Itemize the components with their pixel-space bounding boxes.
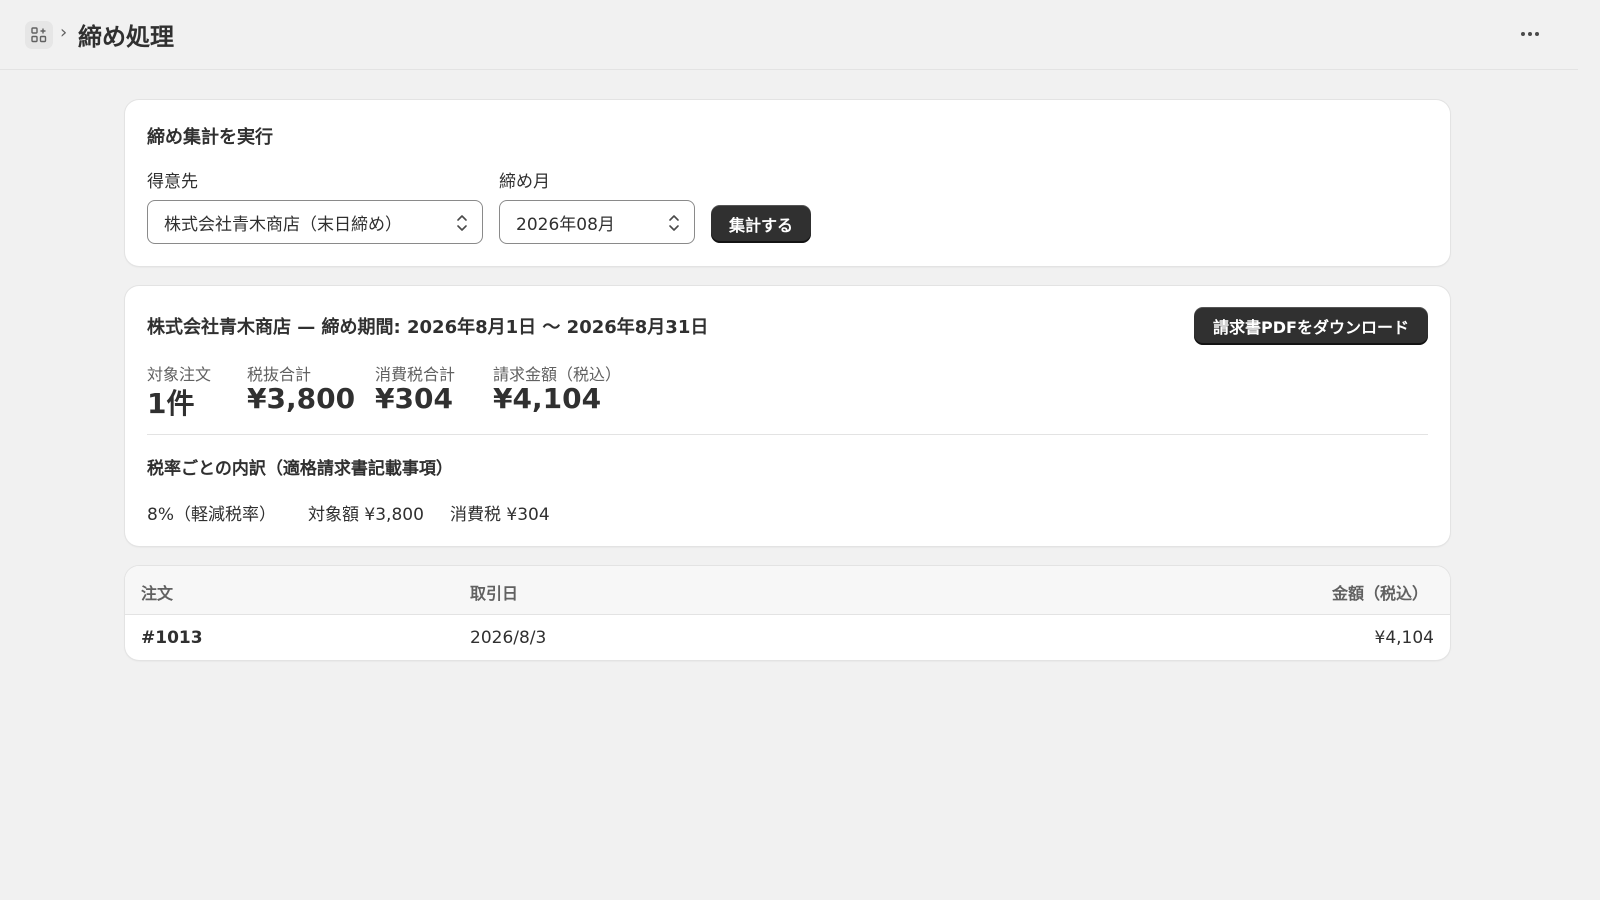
month-label: 締め月 <box>499 172 550 192</box>
run-closing-title: 締め集計を実行 <box>147 127 273 148</box>
breadcrumb-chevron-icon: › <box>60 22 68 43</box>
tax-rate-label: 8%（軽減税率） <box>147 505 276 525</box>
order-amount: ¥4,104 <box>1374 628 1434 648</box>
apps-icon[interactable] <box>25 21 53 49</box>
download-invoice-pdf-button[interactable]: 請求書PDFをダウンロード <box>1194 307 1428 345</box>
tax-breakdown-title: 税率ごとの内訳（適格請求書記載事項） <box>147 459 453 479</box>
stat-value-total: ¥4,104 <box>493 382 602 415</box>
stat-value-orders: 1件 <box>147 387 195 420</box>
orders-table: 注文 取引日 金額（税込） #1013 2026/8/3 ¥4,104 <box>125 566 1450 660</box>
more-actions-icon[interactable] <box>1516 22 1544 46</box>
stat-value-subtotal: ¥3,800 <box>247 382 356 415</box>
column-header-date: 取引日 <box>470 584 519 603</box>
tax-amount: 消費税 ¥304 <box>450 505 550 525</box>
taxable-amount: 対象額 ¥3,800 <box>308 505 424 525</box>
customer-select[interactable]: 株式会社青木商店（末日締め） <box>147 200 483 244</box>
run-aggregation-button[interactable]: 集計する <box>711 205 811 243</box>
select-arrows-icon <box>457 215 467 231</box>
page-title: 締め処理 <box>78 23 174 51</box>
column-header-amount: 金額（税込） <box>1331 584 1428 603</box>
closing-summary-card: 株式会社青木商店 — 締め期間: 2026年8月1日 〜 2026年8月31日 … <box>125 286 1450 546</box>
customer-select-value: 株式会社青木商店（末日締め） <box>164 214 402 235</box>
table-header: 注文 取引日 金額（税込） <box>125 566 1450 615</box>
order-number-link[interactable]: #1013 <box>141 628 203 648</box>
month-select-value: 2026年08月 <box>516 214 615 235</box>
transaction-date: 2026/8/3 <box>470 628 547 648</box>
divider <box>147 434 1428 435</box>
top-bar: › 締め処理 <box>0 0 1578 70</box>
stat-value-tax: ¥304 <box>375 382 453 415</box>
closing-period-title: 株式会社青木商店 — 締め期間: 2026年8月1日 〜 2026年8月31日 <box>147 317 709 338</box>
run-closing-card: 締め集計を実行 得意先 株式会社青木商店（末日締め） 締め月 2026年08月 … <box>125 100 1450 266</box>
column-header-order: 注文 <box>141 584 174 603</box>
select-arrows-icon <box>669 215 679 231</box>
customer-label: 得意先 <box>147 172 198 192</box>
month-select[interactable]: 2026年08月 <box>499 200 695 244</box>
